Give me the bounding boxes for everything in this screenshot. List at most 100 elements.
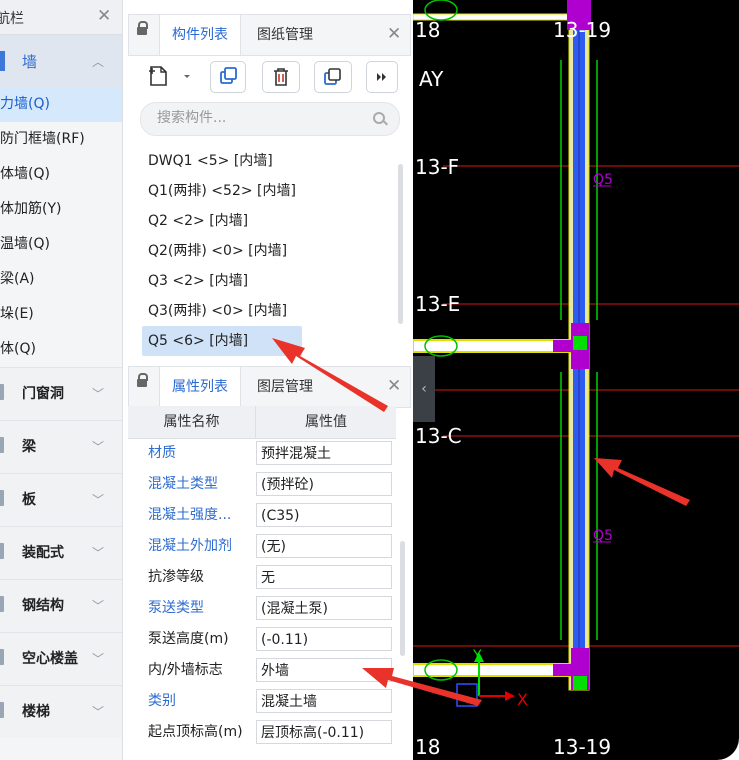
property-value-header: 属性值 [305, 414, 347, 430]
close-icon[interactable]: ✕ [387, 378, 401, 395]
nav-category-label: 装配式 [22, 545, 64, 561]
nav-category-list: 门窗洞 ﹀ 梁 ﹀ 板 ﹀ 装配式 ﹀ 钢结构 ﹀ 空心楼盖 ﹀ 楼梯 ﹀ [0, 367, 122, 738]
tab-component-list[interactable]: 构件列表 [159, 15, 241, 55]
component-list-item[interactable]: Q3 <2> [内墙] [142, 266, 392, 296]
property-row: 泵送类型 (混凝土泵) [128, 593, 396, 624]
lock-icon[interactable] [137, 21, 148, 35]
property-list-scrollbar[interactable] [400, 541, 405, 656]
axis-label: 18 [415, 735, 440, 759]
close-icon[interactable]: ✕ [97, 8, 111, 25]
collapse-panel-handle[interactable]: ‹ [413, 356, 435, 422]
nav-category[interactable]: 钢结构 ﹀ [0, 579, 122, 632]
duplicate-layer-button[interactable] [314, 61, 352, 93]
side-panels: 构件列表 图纸管理 ✕ 搜索构件... DWQ1 <5> [内墙] Q1(两排)… [128, 14, 411, 760]
category-icon [0, 543, 4, 559]
lock-icon[interactable] [137, 373, 148, 387]
copy-button[interactable] [210, 61, 246, 93]
nav-category-label: 空心楼盖 [22, 651, 78, 667]
property-value-field[interactable]: 层顶标高(-0.11) [256, 720, 392, 744]
property-value-field[interactable]: 混凝土墙 [256, 689, 392, 713]
property-value-field[interactable]: (-0.11) [256, 627, 392, 651]
property-row: 材质 预拌混凝土 [128, 438, 396, 469]
navigation-panel: 航栏 ✕ 墙 ︿ 力墙(Q)防门框墙(RF)体墙(Q)体加筋(Y)温墙(Q)梁(… [0, 0, 123, 760]
nav-category[interactable]: 门窗洞 ﹀ [0, 367, 122, 420]
property-value-field[interactable]: (C35) [256, 503, 392, 527]
new-file-icon [149, 66, 190, 86]
component-list-item[interactable]: Q2 <2> [内墙] [142, 206, 392, 236]
property-name: 抗渗等级 [148, 569, 204, 585]
nav-category[interactable]: 空心楼盖 ﹀ [0, 632, 122, 685]
component-list-scrollbar[interactable] [398, 164, 403, 324]
tab-layer-management[interactable]: 图层管理 [245, 367, 325, 407]
chevron-up-icon: ︿ [91, 55, 104, 69]
close-icon[interactable]: ✕ [387, 26, 401, 43]
property-row: 类别 混凝土墙 [128, 686, 396, 717]
property-value-field[interactable]: (预拌砼) [256, 472, 392, 496]
chevron-down-icon: ﹀ [91, 546, 104, 560]
property-value-field[interactable]: 外墙 [256, 658, 392, 682]
axis-label: 18 [415, 18, 440, 42]
nav-item[interactable]: 防门框墙(RF) [0, 122, 122, 157]
component-search[interactable] [140, 102, 400, 136]
axis-label: 13-F [415, 155, 459, 179]
tab-drawing-management[interactable]: 图纸管理 [245, 15, 325, 55]
more-button[interactable] [366, 61, 398, 93]
ucs-icon: Y X [456, 648, 528, 709]
property-name: 混凝土外加剂 [148, 538, 232, 554]
nav-item[interactable]: 体(Q) [0, 332, 122, 367]
property-panel-tabs: 属性列表 图层管理 ✕ [128, 366, 411, 408]
nav-item[interactable]: 体加筋(Y) [0, 192, 122, 227]
nav-item[interactable]: 温墙(Q) [0, 227, 122, 262]
component-list-item[interactable]: DWQ1 <5> [内墙] [142, 146, 392, 176]
search-input[interactable] [155, 109, 369, 127]
category-icon [0, 437, 4, 453]
delete-button[interactable] [262, 61, 300, 93]
category-icon [0, 649, 4, 665]
property-name: 起点顶标高(m) [148, 724, 243, 740]
nav-category[interactable]: 板 ﹀ [0, 473, 122, 526]
property-name: 泵送类型 [148, 600, 204, 616]
nav-item[interactable]: 体墙(Q) [0, 157, 122, 192]
component-list-item[interactable]: Q2(两排) <0> [内墙] [142, 236, 392, 266]
nav-category-label: 门窗洞 [22, 386, 64, 402]
nav-category-label: 梁 [22, 439, 36, 455]
component-toolbar [128, 55, 411, 99]
component-list: DWQ1 <5> [内墙] Q1(两排) <52> [内墙] Q2 <2> [内墙]… [142, 146, 392, 356]
new-component-button[interactable] [142, 61, 196, 91]
property-row: 起点顶标高(m) 层顶标高(-0.11) [128, 717, 396, 748]
component-list-item[interactable]: Q3(两排) <0> [内墙] [142, 296, 392, 326]
wall-tag: Q5 [593, 528, 613, 544]
nav-category[interactable]: 装配式 ﹀ [0, 526, 122, 579]
chevron-double-right-icon [377, 73, 386, 81]
property-name: 泵送高度(m) [148, 631, 229, 647]
floor-plan-drawing: 18 13-19 AY 13-F 13-E 13-C 18 13-19 Q5 Q… [413, 0, 739, 759]
property-value-field[interactable]: (无) [256, 534, 392, 558]
search-icon[interactable] [373, 112, 385, 124]
nav-item[interactable]: 力墙(Q) [0, 87, 122, 122]
property-value-field[interactable]: (混凝土泵) [256, 596, 392, 620]
property-value-field[interactable]: 预拌混凝土 [256, 441, 392, 465]
property-row: 混凝土外加剂 (无) [128, 531, 396, 562]
trash-icon [274, 68, 288, 86]
tab-property-list[interactable]: 属性列表 [159, 367, 241, 407]
nav-item[interactable]: 梁(A) [0, 262, 122, 297]
chevron-down-icon: ﹀ [91, 652, 104, 666]
nav-category-label: 板 [22, 492, 36, 508]
nav-item[interactable]: 垛(E) [0, 297, 122, 332]
category-icon [0, 384, 4, 400]
chevron-down-icon: ﹀ [91, 599, 104, 613]
wall-icon [0, 51, 5, 71]
axis-label: 13-19 [553, 735, 611, 759]
property-name: 混凝土类型 [148, 476, 218, 492]
nav-category[interactable]: 梁 ﹀ [0, 420, 122, 473]
property-name-header: 属性名称 [128, 406, 256, 438]
property-row: 内/外墙标志 外墙 [128, 655, 396, 686]
drawing-canvas[interactable]: 18 13-19 AY 13-F 13-E 13-C 18 13-19 Q5 Q… [413, 0, 739, 760]
nav-category[interactable]: 楼梯 ﹀ [0, 685, 122, 738]
component-list-item[interactable]: Q5 <6> [内墙] [142, 326, 302, 356]
nav-category-wall[interactable]: 墙 ︿ [0, 35, 122, 87]
property-row: 抗渗等级 无 [128, 562, 396, 593]
component-list-item[interactable]: Q1(两排) <52> [内墙] [142, 176, 392, 206]
property-value-field[interactable]: 无 [256, 565, 392, 589]
property-table-header: 属性名称 属性值 [128, 406, 396, 439]
